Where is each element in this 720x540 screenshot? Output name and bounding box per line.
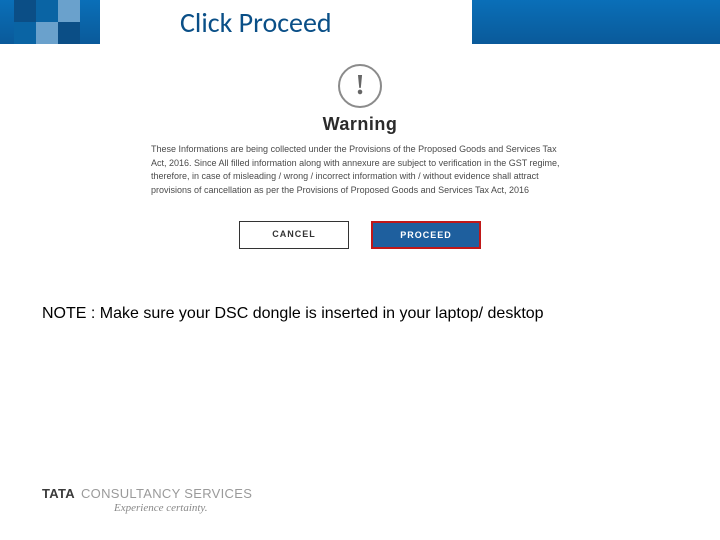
warning-heading: Warning [145,114,575,135]
decorative-square [58,22,80,44]
slide-title: Click Proceed [180,5,332,40]
title-container: Click Proceed [100,0,472,44]
brand-bold: TATA [42,486,75,501]
decorative-square [14,0,36,22]
cancel-button[interactable]: CANCEL [239,221,349,249]
warning-glyph: ! [355,70,364,102]
decorative-square [36,0,58,22]
brand-light: CONSULTANCY SERVICES [81,486,252,501]
brand-tagline: Experience certainty. [114,502,252,514]
note-text: NOTE : Make sure your DSC dongle is inse… [42,305,720,323]
decorative-square [14,22,36,44]
warning-icon: ! [338,64,382,108]
footer-logo: TATA CONSULTANCY SERVICES Experience cer… [42,486,252,514]
header-bar: Click Proceed [0,0,720,44]
brand-line: TATA CONSULTANCY SERVICES [42,486,252,501]
proceed-button[interactable]: PROCEED [371,221,481,249]
decorative-square [58,0,80,22]
warning-body-text: These Informations are being collected u… [145,143,575,197]
logo-squares [14,0,80,44]
dialog-buttons: CANCEL PROCEED [145,221,575,249]
decorative-square [36,22,58,44]
warning-dialog: ! Warning These Informations are being c… [145,64,575,249]
